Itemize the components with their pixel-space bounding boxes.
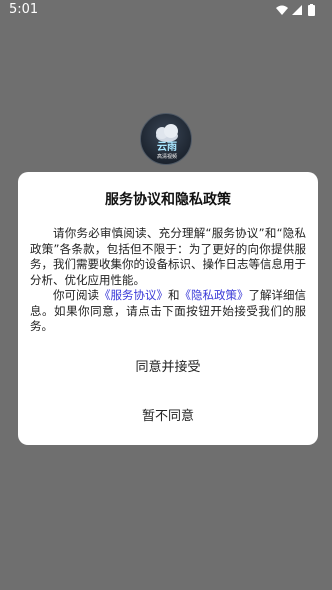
- app-logo: 云雨 高清视频: [140, 113, 192, 165]
- dialog-paragraph-2: 你可阅读《服务协议》和《隐私政策》了解详细信息。如果你同意，请点击下面按钮开始接…: [30, 288, 306, 335]
- dialog-paragraph-1: 请你务必审慎阅读、充分理解“服务协议”和“隐私政策”各条款，包括但不限于：为了更…: [30, 226, 306, 287]
- signal-icon: [292, 5, 302, 15]
- logo-text: 云雨: [157, 141, 177, 153]
- wifi-icon: [276, 5, 288, 15]
- accept-button[interactable]: 同意并接受: [18, 356, 318, 375]
- privacy-policy-link[interactable]: 《隐私政策》: [180, 288, 249, 302]
- privacy-dialog: 服务协议和隐私政策 请你务必审慎阅读、充分理解“服务协议”和“隐私政策”各条款，…: [18, 172, 318, 445]
- logo-subtext: 高清视频: [157, 153, 177, 160]
- dialog-body: 请你务必审慎阅读、充分理解“服务协议”和“隐私政策”各条款，包括但不限于：为了更…: [30, 226, 306, 335]
- dialog-title: 服务协议和隐私政策: [105, 192, 231, 208]
- para2-prefix: 你可阅读: [53, 288, 99, 302]
- service-agreement-link[interactable]: 《服务协议》: [99, 288, 168, 302]
- status-bar: 5:01: [0, 0, 332, 20]
- status-time: 5:01: [9, 2, 39, 17]
- para2-and: 和: [168, 288, 180, 302]
- battery-icon: [308, 4, 315, 16]
- cloud-logo-icon: [156, 124, 178, 142]
- decline-button[interactable]: 暂不同意: [18, 405, 318, 424]
- status-icons: [274, 4, 322, 16]
